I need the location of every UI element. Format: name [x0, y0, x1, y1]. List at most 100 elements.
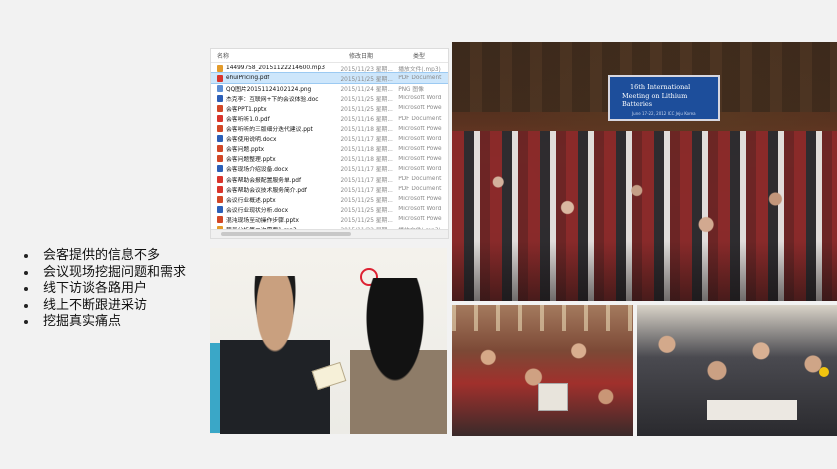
screen-line-4: June 17-22, 2012 ICC Jeju Korea — [632, 111, 696, 116]
file-type: Microsoft Powe — [398, 105, 442, 112]
file-date: 2015/11/17 星期... — [340, 187, 393, 194]
booth-box — [538, 383, 568, 411]
file-type: PDF Document — [398, 186, 442, 193]
file-name: 会客现场介绍设备.docx — [226, 167, 289, 174]
horizontal-scrollbar[interactable] — [211, 229, 448, 238]
file-date: 2015/11/25 星期... — [340, 106, 393, 113]
file-name: 会客问题整理.pptx — [226, 157, 276, 164]
file-row[interactable]: 杰克李：互联网+下的会议体验.doc 2015/11/25 星期... Micros… — [211, 93, 448, 103]
file-name: ehuiPricing.pdf — [226, 75, 270, 82]
file-date: 2015/11/18 星期... — [340, 147, 393, 154]
column-header-date[interactable]: 修改日期 — [343, 51, 407, 60]
file-row[interactable]: 会客帮助会议技术服务简介.pdf 2015/11/17 星期... PDF Docu… — [211, 184, 448, 194]
file-type-icon — [217, 185, 223, 193]
file-date: 2015/11/16 星期... — [340, 117, 393, 124]
file-row[interactable]: 混沌现场至动操作步骤.pptx 2015/11/25 星期... Microsoft… — [211, 214, 448, 224]
interview-photo — [210, 248, 447, 434]
file-row[interactable]: 14499758_20151122214600.mp3 2015/11/23 星期… — [211, 63, 448, 73]
screen-line-2: Meeting on Lithium Batteries — [622, 92, 688, 108]
file-type-icon — [217, 84, 223, 92]
file-row[interactable]: 会客问题整理.pptx 2015/11/18 星期... Microsoft Pow… — [211, 154, 448, 164]
file-row[interactable]: ehuiPricing.pdf 2015/11/25 星期... PDF Docum… — [211, 72, 448, 85]
file-date: 2015/11/25 星期... — [340, 207, 393, 214]
file-type: Microsoft Powe — [398, 125, 442, 132]
file-type-icon — [217, 165, 223, 173]
bullet-dot-icon — [24, 320, 28, 325]
bullet-item: 挖掘真实痛点 — [24, 314, 186, 331]
file-row[interactable]: QQ图片20151124102124.png 2015/11/24 星期... PN… — [211, 83, 448, 93]
file-type: Microsoft Powe — [398, 155, 442, 162]
screen-line-1: 16th International — [630, 83, 691, 91]
interviewee — [220, 276, 330, 434]
file-type-icon — [217, 94, 223, 102]
interviewer — [350, 278, 447, 434]
file-name: QQ图片20151124102124.png — [226, 86, 312, 93]
file-type-icon — [217, 155, 223, 163]
file-type: PDF Document — [398, 75, 442, 82]
file-date: 2015/11/17 星期... — [340, 177, 393, 184]
file-type: Microsoft Powe — [398, 196, 442, 203]
file-name: 14499758_20151122214600.mp3 — [226, 65, 325, 72]
bullet-text: 挖掘真实痛点 — [43, 314, 122, 329]
smiley-badge-icon — [819, 367, 829, 377]
file-row[interactable]: 会客听听1.0.pdf 2015/11/16 星期... PDF Document — [211, 113, 448, 123]
event-crowd-photo-1 — [452, 305, 633, 436]
file-date: 2015/11/18 星期... — [340, 157, 393, 164]
file-type-icon — [217, 135, 223, 143]
file-type: PDF Document — [398, 115, 442, 122]
file-name: 会客PPT1.pptx — [226, 106, 267, 113]
file-date: 2015/11/25 星期... — [340, 76, 393, 83]
bullet-dot-icon — [24, 287, 28, 292]
column-header-type[interactable]: 类型 — [407, 51, 425, 60]
file-type-icon — [217, 175, 223, 183]
file-name: 会客听听的三版细分迭代建议.ppt — [226, 127, 313, 134]
file-type-icon — [217, 195, 223, 203]
bullet-item: 线上不断跟进采访 — [24, 298, 186, 315]
bullet-text: 线上不断跟进采访 — [43, 297, 148, 313]
file-date: 2015/11/17 星期... — [340, 167, 393, 174]
file-type: PNG 图像 — [398, 86, 424, 93]
file-type-icon — [217, 205, 223, 213]
file-type-icon — [217, 115, 223, 123]
bullet-dot-icon — [24, 254, 28, 259]
file-row[interactable]: 会客问题.pptx 2015/11/18 星期... Microsoft Powe — [211, 144, 448, 154]
file-row[interactable]: 会客听听的三版细分迭代建议.ppt 2015/11/18 星期... Microso… — [211, 124, 448, 134]
file-date: 2015/11/18 星期... — [340, 127, 393, 134]
file-name: 会客听听1.0.pdf — [226, 117, 270, 124]
file-name: 会客使用说明.docx — [226, 137, 277, 144]
file-name: 混沌现场至动操作步骤.pptx — [226, 217, 299, 224]
event-crowd-photo-2 — [637, 305, 837, 436]
bullet-dot-icon — [24, 303, 28, 308]
file-date: 2015/11/24 星期... — [340, 86, 393, 93]
file-name: 会议行业概述.pptx — [226, 197, 276, 204]
file-name: 会议行业现状分析.docx — [226, 207, 289, 214]
file-type: 播放文件(.mp3) — [398, 66, 441, 73]
file-date: 2015/11/25 星期... — [340, 197, 393, 204]
bullet-item: 线下访谈各路用户 — [24, 281, 186, 298]
file-type: PDF Document — [398, 176, 442, 183]
file-row[interactable]: 会客现场介绍设备.docx 2015/11/17 星期... Microsoft W… — [211, 164, 448, 174]
bullet-text: 线下访谈各路用户 — [43, 281, 148, 296]
file-type: Microsoft Word — [398, 165, 442, 172]
file-type-icon — [217, 215, 223, 223]
file-date: 2015/11/25 星期... — [340, 217, 393, 224]
bullet-dot-icon — [24, 270, 28, 275]
file-row[interactable]: 会客PPT1.pptx 2015/11/25 星期... Microsoft Pow… — [211, 103, 448, 113]
file-explorer-screenshot: 名称 修改日期 类型 14499758_20151122214600.mp3 20… — [210, 48, 449, 239]
file-list-header: 名称 修改日期 类型 — [211, 49, 448, 63]
file-type: Microsoft Powe — [398, 145, 442, 152]
file-row[interactable]: 会议行业概述.pptx 2015/11/25 星期... Microsoft Pow… — [211, 194, 448, 204]
file-row[interactable]: 会客帮助会报配置服务单.pdf 2015/11/17 星期... PDF Docum… — [211, 174, 448, 184]
file-type-icon — [217, 125, 223, 133]
photo-shade — [452, 241, 837, 301]
projection-screen: 16th International Meeting on Lithium Ba… — [608, 75, 720, 121]
file-row[interactable]: 会客使用说明.docx 2015/11/17 星期... Microsoft Wor… — [211, 134, 448, 144]
column-header-name[interactable]: 名称 — [211, 51, 343, 60]
scrollbar-thumb[interactable] — [221, 232, 351, 236]
bullet-item: 会客提供的信息不多 — [24, 248, 186, 265]
file-date: 2015/11/23 星期... — [340, 66, 393, 73]
file-name: 会客问题.pptx — [226, 147, 265, 154]
file-row[interactable]: 会议行业现状分析.docx 2015/11/25 星期... Microsoft W… — [211, 204, 448, 214]
file-name: 会客帮助会议技术服务简介.pdf — [226, 187, 307, 194]
file-type: Microsoft Word — [398, 95, 442, 102]
